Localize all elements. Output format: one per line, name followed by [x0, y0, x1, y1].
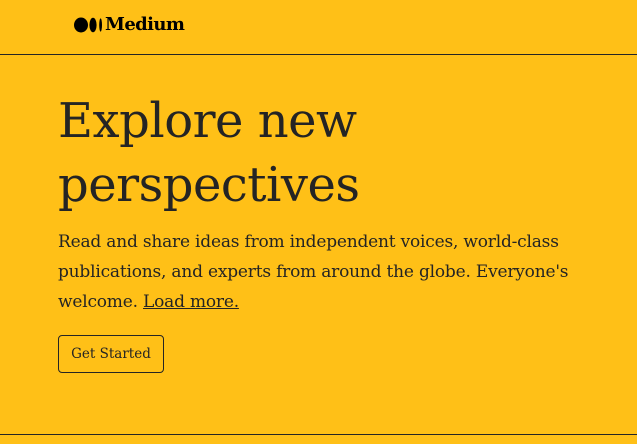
get-started-button[interactable]: Get Started [58, 335, 164, 373]
load-more-link[interactable]: Load more. [143, 292, 239, 312]
hero-headline-line-1: Explore new [58, 93, 357, 149]
hero-section: Explore new perspectives Read and share … [58, 89, 618, 317]
brand-name: Medium [105, 14, 185, 35]
medium-logo-icon [74, 17, 102, 33]
section-divider [0, 434, 637, 435]
page: Medium Explore new perspectives Read and… [0, 0, 637, 444]
hero-description-text: Read and share ideas from independent vo… [58, 232, 569, 312]
top-nav: Medium [0, 0, 637, 55]
hero-headline-line-2: perspectives [58, 157, 360, 213]
medium-logo[interactable]: Medium [74, 14, 185, 36]
hero-headline: Explore new perspectives [58, 89, 618, 217]
hero-description: Read and share ideas from independent vo… [58, 227, 618, 317]
